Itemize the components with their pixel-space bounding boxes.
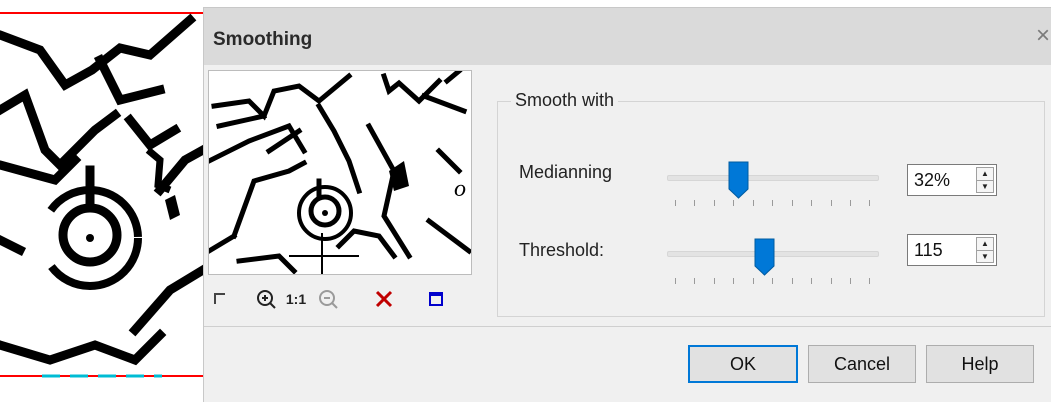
medianning-label: Medianning xyxy=(519,162,613,182)
help-button[interactable]: Help xyxy=(926,345,1034,383)
group-legend: Smooth with xyxy=(511,90,619,111)
threshold-slider-thumb[interactable] xyxy=(754,238,775,276)
close-icon[interactable]: × xyxy=(1036,24,1050,48)
cancel-button[interactable]: Cancel xyxy=(808,345,916,383)
threshold-spin-buttons[interactable]: ▲ ▼ xyxy=(976,237,994,263)
background-drawing xyxy=(0,0,203,401)
button-separator xyxy=(204,326,1051,327)
preview-toolbar: 1:1 xyxy=(204,284,474,314)
ok-button[interactable]: OK xyxy=(688,345,798,383)
frame-icon[interactable] xyxy=(424,284,448,314)
zoom-out-icon[interactable] xyxy=(316,284,340,314)
actual-size-button[interactable]: 1:1 xyxy=(282,284,310,314)
spin-up-icon[interactable]: ▲ xyxy=(977,238,993,251)
medianning-slider-track[interactable] xyxy=(667,175,879,181)
delete-icon[interactable] xyxy=(372,284,396,314)
medianning-slider-thumb[interactable] xyxy=(728,161,749,199)
spin-down-icon[interactable]: ▼ xyxy=(977,181,993,193)
zoom-in-icon[interactable] xyxy=(254,284,278,314)
threshold-spinbox[interactable]: 115 ▲ ▼ xyxy=(907,234,997,266)
svg-text:o: o xyxy=(454,176,466,202)
medianning-value[interactable]: 32% xyxy=(914,170,950,191)
title-bar: Smoothing × xyxy=(204,8,1051,65)
dialog-title: Smoothing xyxy=(213,29,313,50)
medianning-ticks xyxy=(675,200,870,206)
threshold-ticks xyxy=(675,278,870,284)
medianning-spinbox[interactable]: 32% ▲ ▼ xyxy=(907,164,997,196)
spin-down-icon[interactable]: ▼ xyxy=(977,251,993,263)
preview-pane[interactable]: o xyxy=(208,70,472,275)
threshold-label: Threshold: xyxy=(519,240,605,260)
corner-icon[interactable] xyxy=(210,284,230,314)
smooth-with-group: Smooth with Medianning 32% ▲ ▼ Threshold… xyxy=(497,90,1045,317)
smoothing-dialog: Smoothing × o 1:1 Smooth with Medianning… xyxy=(203,7,1051,402)
threshold-value[interactable]: 115 xyxy=(914,240,943,261)
medianning-spin-buttons[interactable]: ▲ ▼ xyxy=(976,167,994,193)
spin-up-icon[interactable]: ▲ xyxy=(977,168,993,181)
